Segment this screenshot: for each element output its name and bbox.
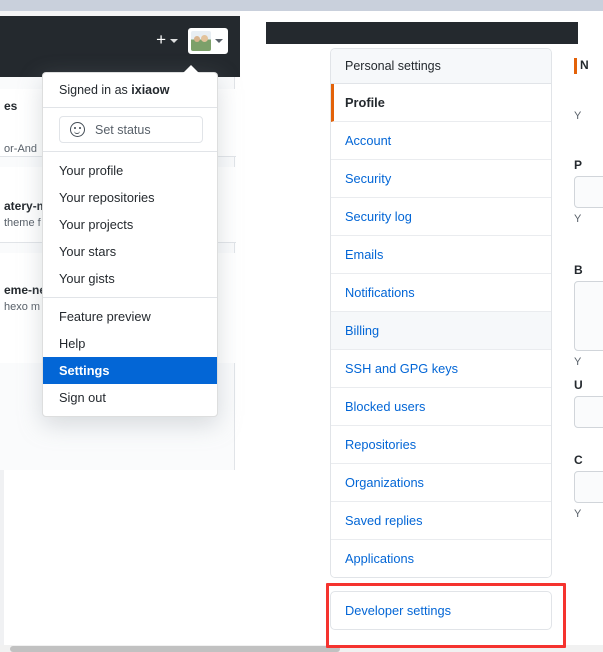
text-input[interactable] <box>574 396 603 428</box>
smiley-icon <box>70 122 85 137</box>
username: ixiaow <box>131 83 170 97</box>
sidebar-item-repositories[interactable]: Repositories <box>331 426 551 464</box>
menu-item-your-stars[interactable]: Your stars <box>43 238 217 265</box>
field-help: Y <box>574 213 582 225</box>
browser-chrome-strip <box>0 0 603 11</box>
sidebar-item-developer-settings[interactable]: Developer settings <box>331 592 551 629</box>
set-status-label: Set status <box>95 122 151 137</box>
menu-item-your-gists[interactable]: Your gists <box>43 265 217 292</box>
left-page-edge <box>0 470 4 645</box>
field-label: P <box>574 158 583 172</box>
sidebar-item-account[interactable]: Account <box>331 122 551 160</box>
github-header-secondary <box>266 22 578 44</box>
field-help: Y <box>574 508 582 520</box>
screenshot-root: + es or-And atery-m theme f eme-nex hexo… <box>0 0 603 652</box>
sidebar-item-security-log[interactable]: Security log <box>331 198 551 236</box>
dropdown-group-profile: Your profile Your repositories Your proj… <box>43 152 217 298</box>
header-actions: + <box>156 28 228 54</box>
signed-in-prefix: Signed in as <box>59 83 132 97</box>
github-header: + <box>0 16 240 77</box>
chevron-down-icon <box>215 39 223 43</box>
signed-in-as-label: Signed in as ixiaow <box>43 73 217 108</box>
form-field-company: C Y <box>574 453 603 520</box>
field-label: C <box>574 453 583 467</box>
profile-form-clipped: N Y P Y B Y U C Y <box>574 48 603 644</box>
sidebar-item-ssh-gpg-keys[interactable]: SSH and GPG keys <box>331 350 551 388</box>
personal-settings-header: Personal settings <box>331 49 551 84</box>
set-status-wrapper: Set status <box>43 108 217 152</box>
sidebar-item-organizations[interactable]: Organizations <box>331 464 551 502</box>
sidebar-item-applications[interactable]: Applications <box>331 540 551 577</box>
set-status-button[interactable]: Set status <box>59 116 203 143</box>
create-new-button[interactable]: + <box>156 30 178 49</box>
menu-item-your-repositories[interactable]: Your repositories <box>43 184 217 211</box>
plus-icon: + <box>156 30 166 49</box>
text-input[interactable] <box>574 176 603 208</box>
sidebar-item-blocked-users[interactable]: Blocked users <box>331 388 551 426</box>
form-field-public-email: P Y <box>574 158 603 225</box>
form-field-url: U <box>574 378 603 428</box>
menu-item-your-projects[interactable]: Your projects <box>43 211 217 238</box>
sidebar-item-profile[interactable]: Profile <box>331 84 551 122</box>
menu-item-feature-preview[interactable]: Feature preview <box>43 303 217 330</box>
dropdown-caret-icon <box>183 65 199 73</box>
sidebar-item-billing[interactable]: Billing <box>331 312 551 350</box>
horizontal-scrollbar[interactable] <box>0 645 603 652</box>
developer-settings-nav: Developer settings <box>330 591 552 630</box>
form-field-bio: B Y <box>574 263 603 368</box>
scrollbar-thumb[interactable] <box>10 646 340 652</box>
user-avatar-menu-button[interactable] <box>188 28 228 54</box>
field-help: Y <box>574 356 582 368</box>
form-field-name: N Y <box>574 58 589 122</box>
field-label: B <box>574 263 583 277</box>
chevron-down-icon <box>170 39 178 43</box>
textarea-input[interactable] <box>574 281 603 351</box>
menu-item-help[interactable]: Help <box>43 330 217 357</box>
sidebar-item-notifications[interactable]: Notifications <box>331 274 551 312</box>
personal-settings-nav: Personal settings Profile Account Securi… <box>330 48 552 578</box>
sidebar-item-security[interactable]: Security <box>331 160 551 198</box>
field-help: Y <box>574 110 582 122</box>
menu-item-sign-out[interactable]: Sign out <box>43 384 217 411</box>
text-input[interactable] <box>574 471 603 503</box>
field-label: U <box>574 378 583 392</box>
menu-item-settings[interactable]: Settings <box>43 357 217 384</box>
dropdown-group-account: Feature preview Help Settings Sign out <box>43 298 217 416</box>
user-dropdown-menu: Signed in as ixiaow Set status Your prof… <box>42 65 218 417</box>
avatar <box>191 31 211 51</box>
menu-item-your-profile[interactable]: Your profile <box>43 157 217 184</box>
accent-bar <box>574 58 577 74</box>
sidebar-item-saved-replies[interactable]: Saved replies <box>331 502 551 540</box>
sidebar-item-emails[interactable]: Emails <box>331 236 551 274</box>
